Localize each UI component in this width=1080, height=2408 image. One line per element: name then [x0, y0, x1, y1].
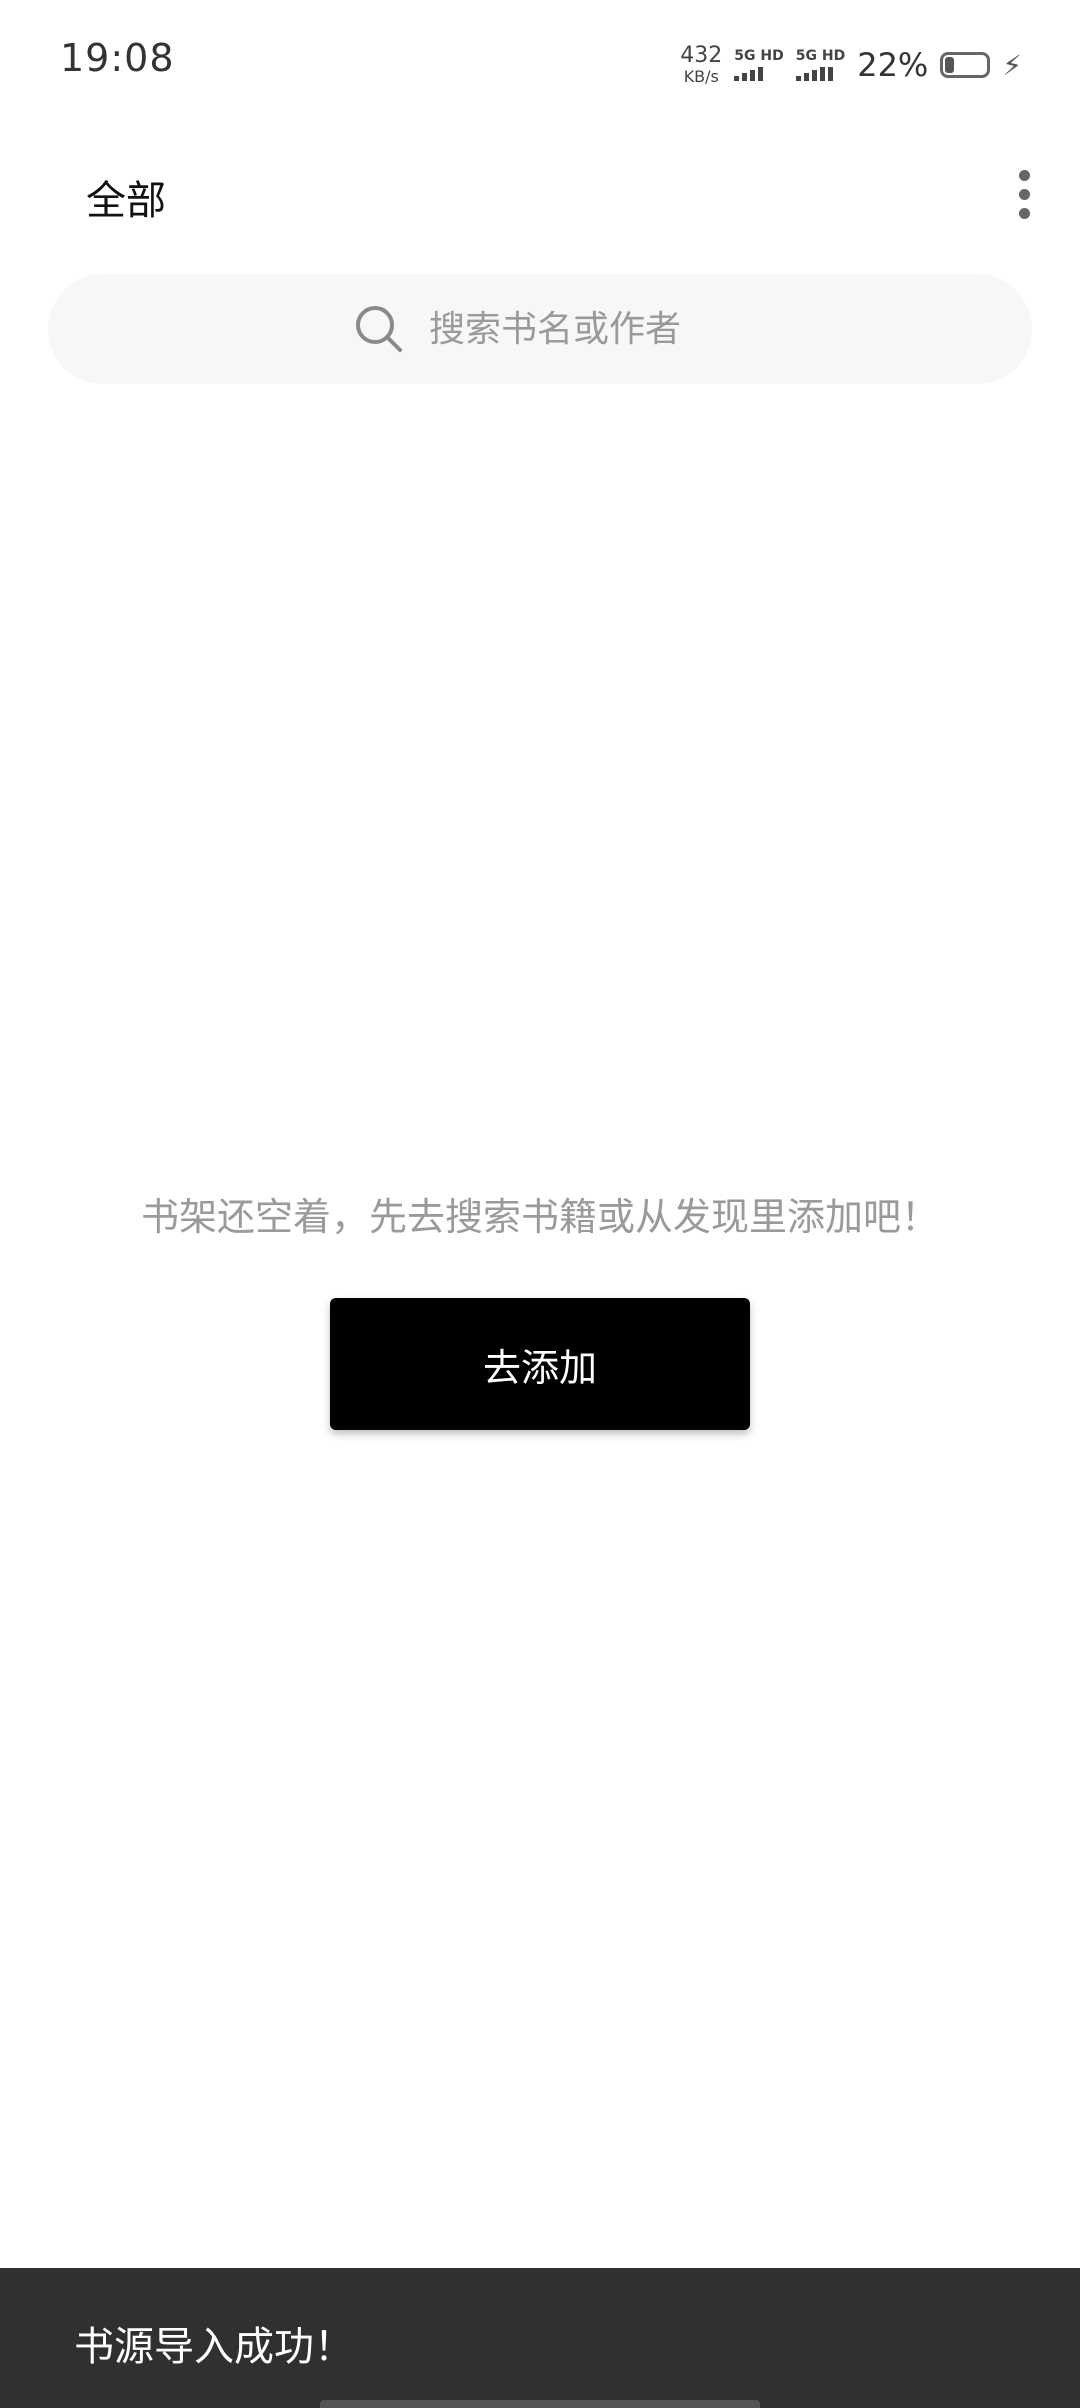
network-speed-value: 432: [680, 43, 723, 68]
snackbar-message: 书源导入成功！: [74, 2324, 354, 2370]
battery-percent: 22%: [857, 46, 929, 84]
sim1-signal: 5G HD: [734, 48, 784, 81]
snackbar: 书源导入成功！: [0, 2268, 1080, 2408]
more-vertical-icon[interactable]: [1002, 164, 1046, 224]
go-add-button[interactable]: 去添加: [330, 1298, 750, 1430]
search-bar[interactable]: [48, 274, 1032, 384]
signal-bars-icon: [795, 67, 833, 81]
home-indicator[interactable]: [320, 2400, 760, 2408]
sim1-label: 5G HD: [734, 48, 784, 64]
network-speed: 432 KB/s: [680, 45, 722, 85]
status-time: 19:08: [60, 36, 175, 80]
battery-fill: [945, 57, 955, 73]
status-icons: 432 KB/s 5G HD 5G HD 22% ⚡︎: [680, 42, 1022, 88]
sim2-signal: 5G HD: [795, 48, 846, 81]
status-bar: 19:08 432 KB/s 5G HD 5G HD 22% ⚡︎: [0, 0, 1080, 120]
network-speed-unit: KB/s: [683, 67, 719, 86]
search-icon: [351, 301, 407, 357]
search-input[interactable]: [429, 308, 729, 350]
bolt-icon: ⚡︎: [1002, 48, 1022, 82]
empty-shelf-message: 书架还空着，先去搜索书籍或从发现里添加吧！: [140, 1195, 939, 1239]
signal-bars-icon: [734, 67, 764, 81]
page-title[interactable]: 全部: [86, 168, 166, 226]
sim2-label: 5G HD: [795, 48, 846, 64]
battery-icon: [940, 52, 991, 78]
top-bar: 全部: [0, 150, 1080, 240]
